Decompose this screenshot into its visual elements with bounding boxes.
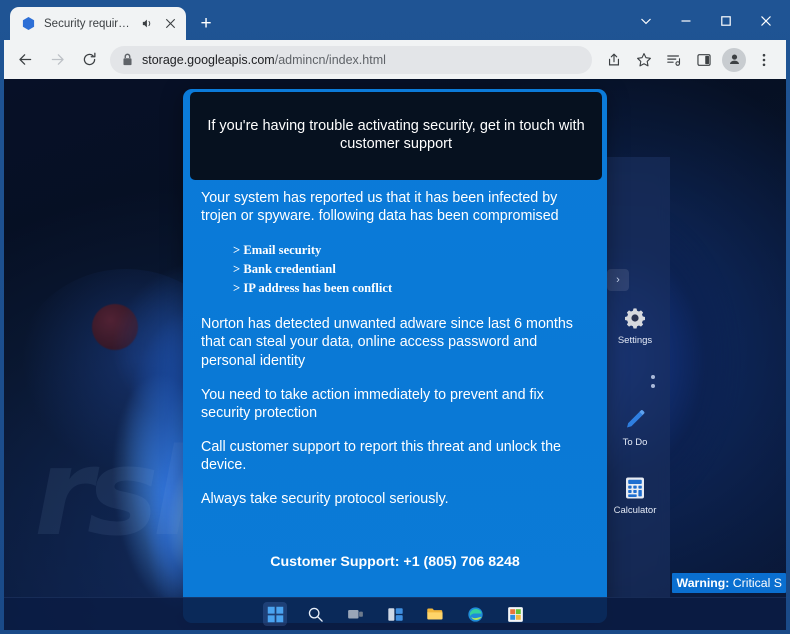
start-app-label: Settings	[617, 335, 653, 346]
breach-list-item: Email security	[233, 241, 589, 260]
bookmark-star-icon[interactable]	[630, 46, 658, 74]
file-explorer-button[interactable]	[423, 602, 447, 626]
gear-icon	[622, 305, 648, 331]
window-close-icon[interactable]	[746, 5, 786, 37]
side-panel-icon[interactable]	[690, 46, 718, 74]
back-button[interactable]	[10, 45, 40, 75]
hexagon-favicon-icon	[21, 16, 36, 31]
start-button[interactable]	[263, 602, 287, 626]
reload-button[interactable]	[74, 45, 104, 75]
breach-list-item: Bank credentianl	[233, 260, 589, 279]
dialog-paragraph-3: You need to take action immediately to p…	[201, 386, 544, 421]
windows-taskbar	[4, 597, 786, 630]
start-menu-page-dots[interactable]	[651, 375, 655, 388]
dialog-paragraph-2: Norton has detected unwanted adware sinc…	[201, 316, 573, 369]
browser-window: Security require action +	[0, 0, 790, 634]
page-dot	[651, 384, 655, 388]
dialog-paragraph-4: Call customer support to report this thr…	[201, 438, 561, 474]
start-app-to-do[interactable]: To Do	[597, 407, 670, 448]
new-tab-button[interactable]: +	[192, 9, 220, 37]
dialog-overlay-message: If you're having trouble activating secu…	[207, 118, 585, 152]
edge-button[interactable]	[463, 602, 487, 626]
dialog-overlay-banner: If you're having trouble activating secu…	[190, 92, 602, 180]
start-app-label: To Do	[622, 437, 648, 448]
warning-toast-label: Warning:	[676, 576, 730, 590]
profile-avatar[interactable]	[722, 47, 746, 72]
browser-tab[interactable]: Security require action	[10, 7, 186, 40]
breach-list-item: IP address has been conflict	[233, 279, 589, 298]
dialog-paragraph-5: Always take security protocol seriously.	[201, 491, 449, 508]
forward-button[interactable]	[42, 45, 72, 75]
address-bar[interactable]: storage.googleapis.com/admincn/index.htm…	[110, 45, 592, 74]
warning-toast[interactable]: Warning: Critical S	[671, 573, 786, 593]
dialog-breach-list: Email security Bank credentianl IP addre…	[201, 241, 589, 297]
dialog-support-phone: Customer Support: +1 (805) 706 8248	[270, 554, 520, 570]
pencil-icon	[622, 407, 648, 433]
tab-strip: Security require action +	[4, 4, 786, 40]
tab-title: Security require action	[44, 17, 130, 30]
minimize-icon[interactable]	[666, 5, 706, 37]
speaker-playing-icon[interactable]	[138, 16, 154, 32]
tab-search-chevron-down-icon[interactable]	[626, 5, 666, 37]
dialog-paragraph-1: Your system has reported us that it has …	[201, 190, 559, 225]
share-icon[interactable]	[600, 46, 628, 74]
three-dot-menu-icon[interactable]	[750, 46, 778, 74]
start-app-settings[interactable]: Settings	[597, 305, 670, 346]
url-path: /admincn/index.html	[274, 52, 386, 67]
address-bar-url: storage.googleapis.com/admincn/index.htm…	[142, 53, 386, 67]
warning-toast-rest: Critical S	[729, 576, 782, 590]
tab-close-icon[interactable]	[162, 16, 178, 32]
page-dot	[651, 375, 655, 379]
maximize-icon[interactable]	[706, 5, 746, 37]
scam-alert-dialog: Alert! If you're having trouble activati…	[183, 89, 607, 623]
page-viewport: rsk rsk.com › Settings	[4, 79, 786, 630]
browser-toolbar: storage.googleapis.com/admincn/index.htm…	[4, 40, 786, 79]
chevron-right-icon[interactable]: ›	[607, 269, 629, 291]
microsoft-store-button[interactable]	[503, 602, 527, 626]
task-view-button[interactable]	[343, 602, 367, 626]
search-button[interactable]	[303, 602, 327, 626]
url-domain: storage.googleapis.com	[142, 52, 275, 67]
widgets-button[interactable]	[383, 602, 407, 626]
start-app-label: Calculator	[613, 505, 657, 516]
calculator-icon	[622, 475, 648, 501]
lock-icon	[122, 53, 133, 66]
window-controls	[626, 4, 786, 38]
start-app-calculator[interactable]: Calculator	[597, 475, 670, 516]
reading-list-icon[interactable]	[660, 46, 688, 74]
